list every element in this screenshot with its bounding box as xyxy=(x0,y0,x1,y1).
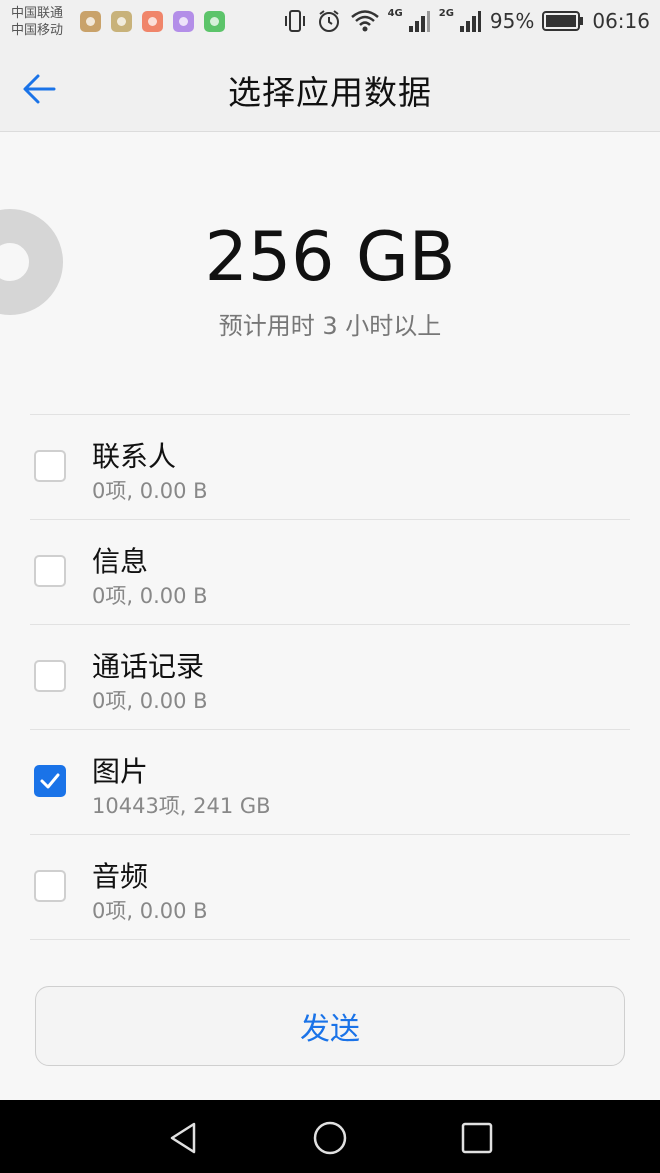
alarm-icon xyxy=(318,10,339,32)
app-notif-icon-3 xyxy=(142,11,163,32)
list-item-title: 通话记录 xyxy=(92,650,205,683)
list-item-subtitle: 10443项, 241 GB xyxy=(92,794,271,818)
battery-icon xyxy=(542,11,584,31)
list-item-subtitle: 0项, 0.00 B xyxy=(92,899,208,923)
wifi-icon xyxy=(350,10,379,32)
carrier-1-label: 中国联通 xyxy=(11,6,64,21)
battery-percent: 95% xyxy=(489,9,535,33)
signal-icon-1 xyxy=(408,11,430,32)
total-size: 256 GB xyxy=(204,218,456,297)
app-bar: 选择应用数据 xyxy=(0,44,660,132)
time-estimate: 预计用时 3 小时以上 xyxy=(218,312,442,340)
list-item-title: 图片 xyxy=(92,755,149,788)
nav-recents-icon[interactable] xyxy=(457,1118,497,1158)
list-item-title: 联系人 xyxy=(92,440,177,473)
list-item-audio[interactable]: 音频 0项, 0.00 B xyxy=(30,835,630,940)
list-item-subtitle: 0项, 0.00 B xyxy=(92,689,208,713)
navigation-bar xyxy=(0,1100,660,1173)
nav-home-icon[interactable] xyxy=(310,1118,350,1158)
vibrate-icon xyxy=(284,10,305,32)
checkbox[interactable] xyxy=(34,555,66,587)
list-item-title: 音频 xyxy=(92,860,149,893)
signal-icon-2 xyxy=(459,11,481,32)
list-item-subtitle: 0项, 0.00 B xyxy=(92,584,208,608)
carrier-2-label: 中国移动 xyxy=(11,23,64,38)
list-item-pictures[interactable]: 图片 10443项, 241 GB xyxy=(30,730,630,835)
carrier-labels: 中国联通 中国移动 xyxy=(11,5,63,39)
network-4g-label: 4G xyxy=(387,7,403,19)
status-bar: 中国联通 中国移动 4G 2G 95% 06:16 xyxy=(0,0,660,44)
nav-back-icon[interactable] xyxy=(164,1118,204,1158)
list-item-messages[interactable]: 信息 0项, 0.00 B xyxy=(30,520,630,625)
notification-icons xyxy=(80,11,225,32)
list-item-title: 信息 xyxy=(92,545,149,578)
network-2g-label: 2G xyxy=(438,7,454,19)
clock: 06:16 xyxy=(592,9,650,33)
checkbox[interactable] xyxy=(34,660,66,692)
app-notif-icon-2 xyxy=(111,11,132,32)
checkmark-icon xyxy=(40,773,60,789)
page-title: 选择应用数据 xyxy=(228,73,432,112)
status-icons: 4G 2G 95% 06:16 xyxy=(282,8,650,34)
data-type-list: 联系人 0项, 0.00 B 信息 0项, 0.00 B 通话记录 0项, 0.… xyxy=(30,414,630,940)
send-button[interactable]: 发送 xyxy=(35,986,625,1066)
app-notif-icon-4 xyxy=(173,11,194,32)
battery-app-icon xyxy=(204,11,225,32)
checkbox[interactable] xyxy=(34,870,66,902)
checkbox-checked[interactable] xyxy=(34,765,66,797)
app-notif-icon-1 xyxy=(80,11,101,32)
list-item-contacts[interactable]: 联系人 0项, 0.00 B xyxy=(30,415,630,520)
list-item-subtitle: 0项, 0.00 B xyxy=(92,479,208,503)
list-item-call-log[interactable]: 通话记录 0项, 0.00 B xyxy=(30,625,630,730)
checkbox[interactable] xyxy=(34,450,66,482)
